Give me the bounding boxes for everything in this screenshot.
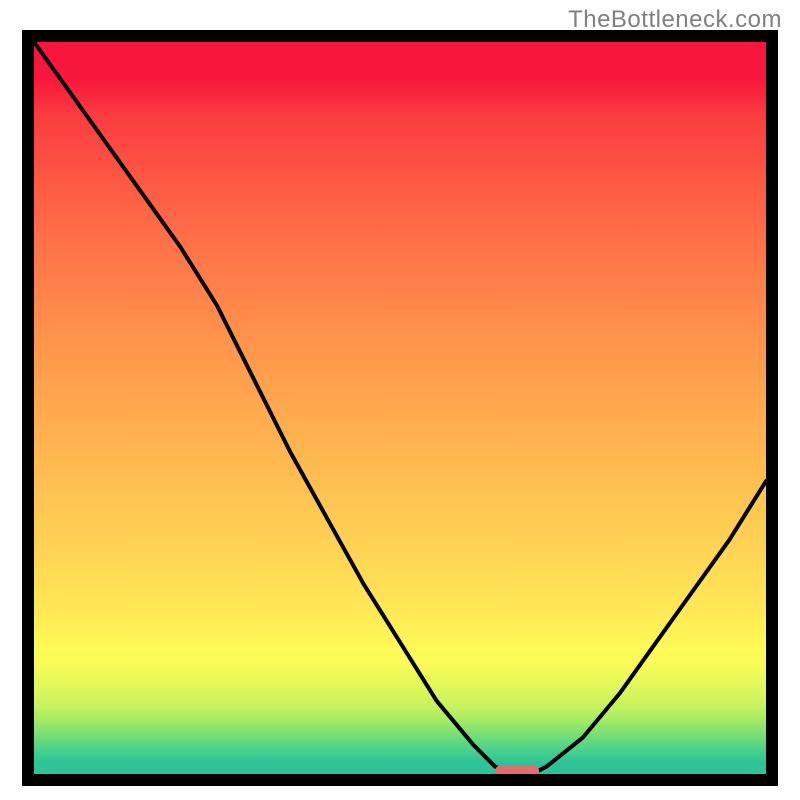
bottleneck-curve (34, 42, 766, 774)
optimal-marker (495, 765, 539, 774)
plot-area (22, 30, 778, 786)
curve-layer (34, 42, 766, 774)
bottleneck-chart: TheBottleneck.com (0, 0, 800, 800)
